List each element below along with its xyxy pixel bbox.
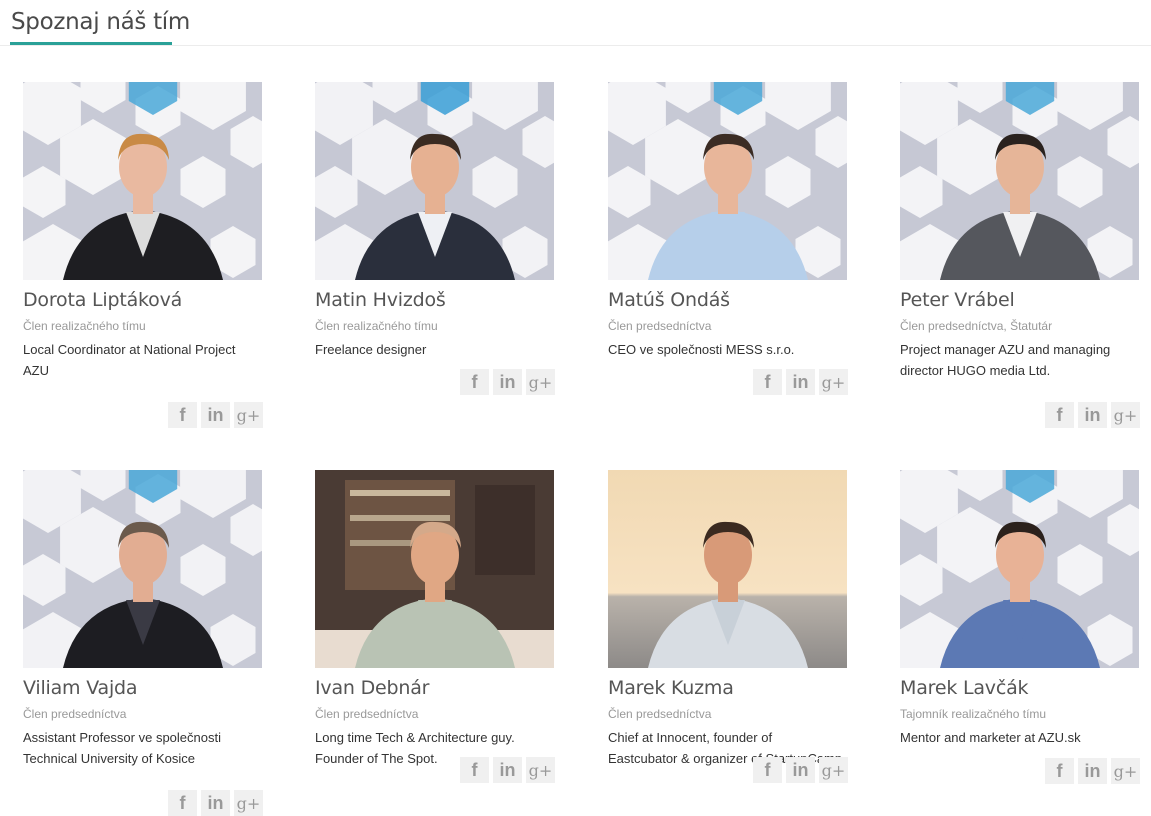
googleplus-icon[interactable]: g+ bbox=[234, 402, 263, 428]
facebook-icon[interactable]: f bbox=[168, 402, 197, 428]
member-role: Člen realizačného tímu bbox=[23, 319, 146, 333]
social-links: f in g+ bbox=[168, 402, 263, 428]
member-name: Marek Kuzma bbox=[608, 677, 734, 699]
social-links: f in g+ bbox=[1045, 402, 1140, 428]
member-bio: Local Coordinator at National Project AZ… bbox=[23, 342, 236, 378]
googleplus-icon[interactable]: g+ bbox=[526, 369, 555, 395]
member-role: Člen predsedníctva bbox=[23, 707, 127, 721]
social-links: f in g+ bbox=[753, 757, 848, 783]
linkedin-icon[interactable]: in bbox=[1078, 402, 1107, 428]
member-photo bbox=[608, 82, 847, 280]
member-role: Člen predsedníctva bbox=[608, 319, 712, 333]
member-photo bbox=[900, 470, 1139, 668]
member-role: Člen predsedníctva, Štatutár bbox=[900, 319, 1053, 333]
linkedin-icon[interactable]: in bbox=[493, 369, 522, 395]
facebook-icon[interactable]: f bbox=[1045, 402, 1074, 428]
member-photo bbox=[23, 470, 262, 668]
member-role: Člen realizačného tímu bbox=[315, 319, 438, 333]
facebook-icon[interactable]: f bbox=[753, 369, 782, 395]
linkedin-icon[interactable]: in bbox=[493, 757, 522, 783]
social-links: f in g+ bbox=[753, 369, 848, 395]
member-name: Viliam Vajda bbox=[23, 677, 138, 699]
facebook-icon[interactable]: f bbox=[753, 757, 782, 783]
googleplus-icon[interactable]: g+ bbox=[819, 369, 848, 395]
member-photo bbox=[23, 82, 262, 280]
googleplus-icon[interactable]: g+ bbox=[1111, 758, 1140, 784]
linkedin-icon[interactable]: in bbox=[1078, 758, 1107, 784]
googleplus-icon[interactable]: g+ bbox=[1111, 402, 1140, 428]
member-name: Matin Hvizdoš bbox=[315, 289, 446, 311]
linkedin-icon[interactable]: in bbox=[201, 402, 230, 428]
member-role: Člen predsedníctva bbox=[608, 707, 712, 721]
member-photo bbox=[900, 82, 1139, 280]
member-bio: Freelance designer bbox=[315, 342, 427, 357]
member-role: Člen predsedníctva bbox=[315, 707, 419, 721]
social-links: f in g+ bbox=[168, 790, 263, 816]
facebook-icon[interactable]: f bbox=[168, 790, 197, 816]
member-photo bbox=[315, 470, 554, 668]
title-underline bbox=[10, 42, 172, 45]
member-name: Ivan Debnár bbox=[315, 677, 430, 699]
member-role: Tajomník realizačného tímu bbox=[900, 707, 1047, 721]
section-header: Spoznaj náš tím bbox=[0, 0, 1151, 46]
facebook-icon[interactable]: f bbox=[460, 369, 489, 395]
linkedin-icon[interactable]: in bbox=[786, 757, 815, 783]
facebook-icon[interactable]: f bbox=[1045, 758, 1074, 784]
member-name: Matúš Ondáš bbox=[608, 289, 730, 311]
member-name: Peter Vrábel bbox=[900, 289, 1015, 311]
googleplus-icon[interactable]: g+ bbox=[234, 790, 263, 816]
member-photo bbox=[608, 470, 847, 668]
member-name: Dorota Liptáková bbox=[23, 289, 183, 311]
social-links: f in g+ bbox=[460, 369, 555, 395]
section-title: Spoznaj náš tím bbox=[11, 9, 190, 35]
linkedin-icon[interactable]: in bbox=[786, 369, 815, 395]
member-bio: Mentor and marketer at AZU.sk bbox=[900, 730, 1081, 745]
member-bio: Project manager AZU and managing directo… bbox=[900, 342, 1111, 378]
googleplus-icon[interactable]: g+ bbox=[819, 757, 848, 783]
member-bio: Assistant Professor ve společnosti Techn… bbox=[23, 730, 221, 766]
member-name: Marek Lavčák bbox=[900, 677, 1029, 699]
member-bio: CEO ve společnosti MESS s.r.o. bbox=[608, 342, 795, 357]
social-links: f in g+ bbox=[1045, 758, 1140, 784]
social-links: f in g+ bbox=[460, 757, 555, 783]
googleplus-icon[interactable]: g+ bbox=[526, 757, 555, 783]
member-photo bbox=[315, 82, 554, 280]
facebook-icon[interactable]: f bbox=[460, 757, 489, 783]
linkedin-icon[interactable]: in bbox=[201, 790, 230, 816]
